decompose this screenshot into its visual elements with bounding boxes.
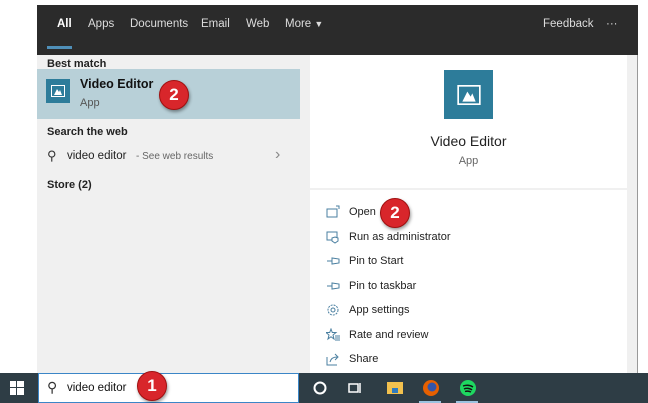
web-search-result[interactable]: ⚲ video editor - See web results › <box>37 145 300 169</box>
task-view-icon[interactable] <box>346 379 364 397</box>
firefox-icon[interactable] <box>422 379 440 397</box>
action-label: Share <box>349 353 379 365</box>
store-heading[interactable]: Store (2) <box>47 179 92 191</box>
action-share[interactable]: Share <box>326 352 378 366</box>
search-window: All Apps Documents Email Web More ▼ Feed… <box>37 5 638 373</box>
tab-email[interactable]: Email <box>201 18 230 30</box>
spotify-icon[interactable] <box>459 379 477 397</box>
actions-card: Open Run as administrator Pin to Start P… <box>310 190 627 373</box>
action-pin-to-taskbar[interactable]: Pin to taskbar <box>326 279 416 293</box>
app-preview-card: Video Editor App <box>310 55 627 188</box>
pin-icon <box>327 282 340 290</box>
action-label: Rate and review <box>349 329 429 341</box>
more-options-button[interactable]: ··· <box>606 18 618 30</box>
gear-icon <box>327 304 339 316</box>
tab-web[interactable]: Web <box>246 18 269 30</box>
pin-icon <box>327 257 340 265</box>
search-icon: ⚲ <box>47 148 57 163</box>
open-icon <box>326 205 340 218</box>
app-subtitle: App <box>458 155 479 167</box>
step-badge-2: 2 <box>159 80 189 110</box>
action-rate-and-review[interactable]: Rate and review <box>326 328 429 342</box>
video-editor-large-icon <box>444 70 493 119</box>
tab-apps[interactable]: Apps <box>88 18 114 30</box>
app-title: Video Editor <box>430 133 507 149</box>
feedback-button[interactable]: Feedback <box>543 18 594 30</box>
action-label: Pin to taskbar <box>349 280 417 292</box>
result-title: Video Editor <box>80 77 154 91</box>
video-editor-icon <box>46 79 70 103</box>
file-explorer-icon[interactable] <box>386 379 404 397</box>
share-icon <box>326 353 339 366</box>
action-label: Open <box>349 206 376 218</box>
action-label: App settings <box>349 304 410 316</box>
action-label: Pin to Start <box>349 255 404 267</box>
action-open[interactable]: Open <box>326 205 376 219</box>
windows-start-icon[interactable] <box>10 381 24 395</box>
action-label: Run as administrator <box>349 231 451 243</box>
step-badge-1: 1 <box>137 371 167 401</box>
taskbar-search-box[interactable]: ⚲ video editor <box>38 373 299 403</box>
web-query: video editor <box>67 150 127 162</box>
action-pin-to-start[interactable]: Pin to Start <box>326 254 403 268</box>
action-app-settings[interactable]: App settings <box>326 303 410 317</box>
cortana-icon[interactable] <box>311 379 329 397</box>
result-subtitle: App <box>80 97 100 109</box>
search-input[interactable]: video editor <box>67 382 126 394</box>
tab-more[interactable]: More ▼ <box>285 18 323 30</box>
tab-documents[interactable]: Documents <box>130 18 188 30</box>
taskbar: ⚲ video editor <box>0 373 648 403</box>
search-header: All Apps Documents Email Web More ▼ Feed… <box>37 5 638 55</box>
tab-more-label: More <box>285 18 312 30</box>
shield-icon <box>326 231 339 244</box>
chevron-right-icon: › <box>275 146 281 163</box>
chevron-down-icon: ▼ <box>314 19 324 29</box>
star-icon <box>326 328 340 341</box>
tab-all[interactable]: All <box>57 18 72 30</box>
web-hint: - See web results <box>136 151 214 162</box>
search-web-heading: Search the web <box>47 126 128 138</box>
active-tab-indicator <box>47 46 72 49</box>
step-badge-2: 2 <box>380 198 410 228</box>
search-icon: ⚲ <box>47 379 58 395</box>
action-run-as-admin[interactable]: Run as administrator <box>326 230 451 244</box>
